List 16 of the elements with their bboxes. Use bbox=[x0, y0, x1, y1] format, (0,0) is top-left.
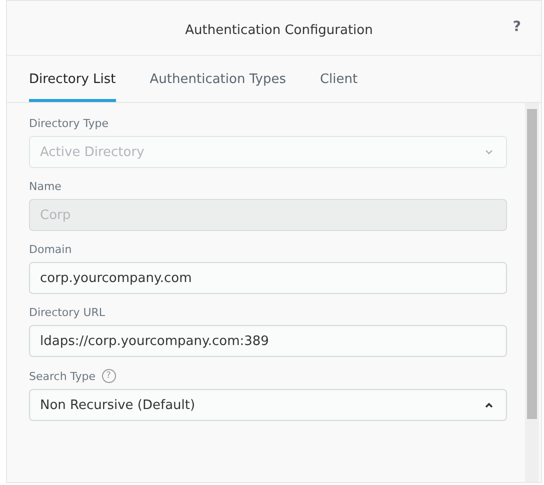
dialog-title: Authentication Configuration bbox=[185, 22, 373, 38]
field-label: Domain bbox=[29, 243, 72, 256]
chevron-down-icon bbox=[484, 149, 494, 155]
caret-up-icon bbox=[484, 402, 494, 408]
tab[interactable]: Client bbox=[320, 56, 358, 102]
input-field[interactable]: corp.yourcompany.com bbox=[29, 262, 507, 294]
field-label: Directory URL bbox=[29, 306, 106, 319]
help-button[interactable]: ? bbox=[512, 19, 521, 35]
field-label: Search Type bbox=[29, 370, 96, 382]
dropdown[interactable]: Non Recursive (Default) bbox=[29, 389, 507, 421]
tab[interactable]: Directory List bbox=[29, 56, 116, 102]
field-label: Name bbox=[29, 180, 62, 193]
input-field[interactable]: ldaps://corp.yourcompany.com:389 bbox=[29, 325, 507, 357]
scrollbar[interactable] bbox=[525, 103, 539, 482]
field-label: Directory Type bbox=[29, 117, 108, 130]
tab[interactable]: Authentication Types bbox=[150, 56, 286, 102]
